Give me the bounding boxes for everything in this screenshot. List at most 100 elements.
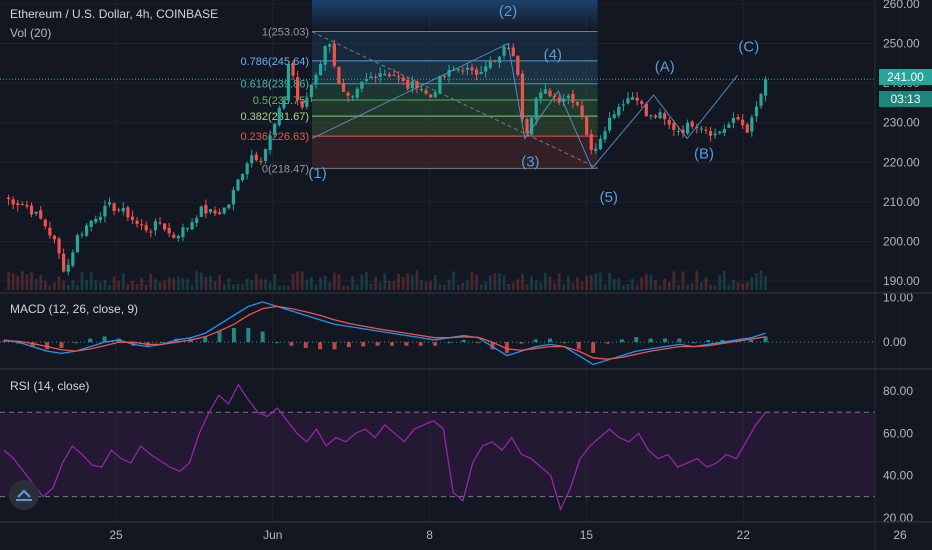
candle-body: [465, 67, 469, 70]
candle-body: [75, 235, 80, 253]
volume-bar: [342, 285, 345, 290]
volume-bar: [695, 270, 699, 290]
candle-body: [603, 131, 607, 140]
volume-bar: [479, 284, 483, 290]
volume-bar: [557, 273, 561, 290]
candle-body: [718, 131, 722, 134]
volume-bar: [465, 280, 469, 290]
volume-bar: [741, 283, 745, 290]
volume-bar: [502, 275, 506, 290]
price-tick-label: 220.00: [883, 155, 920, 169]
volume-bar: [599, 272, 602, 290]
price-tick-label: 200.00: [883, 235, 920, 249]
candle-body: [383, 73, 387, 75]
candle-body: [617, 106, 621, 116]
candle-body: [332, 43, 336, 66]
candle-body: [314, 74, 318, 85]
volume-bar: [608, 272, 612, 290]
candle-body: [185, 227, 190, 229]
symbol-title: Ethereum / U.S. Dollar, 4h, COINBASE: [10, 7, 219, 21]
macd-histogram-bar: [591, 342, 596, 353]
volume-bar: [71, 279, 75, 290]
volume-bar: [34, 278, 38, 290]
fib-zone: [312, 116, 598, 137]
volume-bar: [534, 280, 538, 290]
candle-body: [474, 69, 479, 75]
candle-body: [630, 97, 635, 100]
candle-body: [259, 160, 263, 163]
candle-body: [589, 134, 593, 150]
candle-body: [273, 123, 277, 135]
candle-body: [94, 219, 98, 223]
volume-bar: [80, 271, 84, 290]
candle-body: [653, 115, 658, 118]
candle-body: [149, 231, 153, 233]
volume-bar: [699, 282, 703, 290]
volume-bar: [686, 284, 690, 290]
candle-body: [424, 90, 428, 94]
candle-body: [57, 238, 61, 254]
candle-body: [612, 114, 616, 118]
volume-bar: [677, 285, 680, 290]
candle-body: [511, 47, 515, 57]
macd-histogram-bar: [663, 338, 668, 343]
volume-bar: [759, 270, 763, 290]
macd-histogram-bar: [576, 342, 581, 350]
volume-bar: [254, 273, 258, 290]
candle-body: [309, 84, 313, 97]
candle-body: [745, 124, 749, 133]
volume-bar: [328, 282, 332, 290]
volume-bar: [406, 273, 410, 290]
macd-histogram-bar: [275, 342, 280, 344]
candle-body: [672, 123, 676, 131]
macd-histogram-bar: [461, 340, 466, 343]
candle-body: [433, 92, 437, 98]
volume-bar: [713, 285, 717, 290]
macd-histogram-bar: [375, 342, 380, 346]
macd-histogram-bar: [548, 338, 553, 343]
volume-legend: Vol (20): [10, 26, 52, 40]
candle-body: [16, 203, 20, 206]
macd-histogram-bar: [59, 342, 64, 348]
volume-bar: [443, 284, 446, 290]
volume-bar: [43, 280, 47, 290]
volume-bar: [447, 279, 451, 290]
candle-body: [25, 204, 29, 207]
macd-histogram-bar: [605, 342, 610, 344]
candle-body: [318, 63, 323, 76]
candle-body: [484, 66, 488, 72]
volume-bar: [589, 274, 593, 290]
candle-body: [296, 77, 300, 101]
candle-body: [117, 209, 121, 211]
volume-bar: [94, 280, 98, 290]
volume-bar: [305, 279, 309, 290]
volume-bar: [484, 281, 488, 290]
wave-label: (B): [694, 145, 714, 162]
volume-bar: [319, 277, 322, 290]
candle-body: [222, 207, 226, 214]
candle-body: [268, 135, 272, 151]
macd-histogram-bar: [88, 338, 93, 343]
candle-body: [594, 148, 598, 152]
candle-body: [396, 76, 401, 78]
candle-body: [543, 89, 547, 94]
x-tick-label: Jun: [263, 528, 282, 542]
rsi-tick-label: 80.00: [883, 384, 913, 398]
candle-body: [566, 95, 570, 99]
candle-body: [172, 234, 176, 238]
macd-histogram-bar: [260, 331, 265, 343]
volume-bar: [722, 270, 726, 290]
candle-body: [29, 205, 34, 215]
rsi-pane: 20.0040.0060.0080.00: [0, 383, 913, 525]
tradingview-logo[interactable]: [9, 480, 39, 510]
volume-bar: [337, 274, 341, 290]
candle-body: [676, 130, 681, 132]
chart-canvas[interactable]: 1(253.03)0.786(245.64)0.618(239.86)0.5(2…: [0, 0, 932, 550]
candle-body: [387, 74, 391, 77]
volume-bar: [62, 280, 66, 290]
volume-bar: [493, 273, 497, 290]
price-tick-label: 210.00: [883, 195, 920, 209]
volume-bar: [259, 278, 263, 290]
candle-body: [378, 73, 382, 77]
candle-body: [153, 221, 158, 231]
